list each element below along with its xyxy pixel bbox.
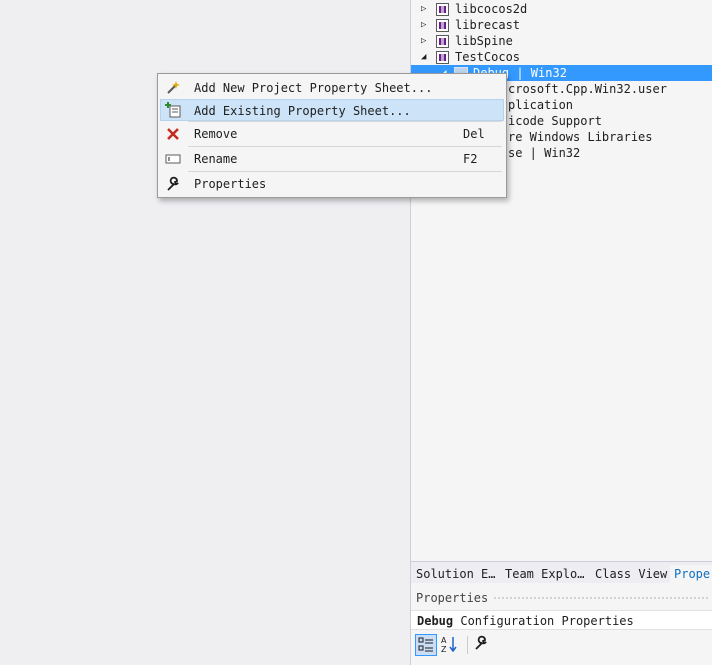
remove-x-icon [165, 126, 181, 142]
menu-separator [188, 121, 502, 122]
menu-separator [188, 171, 502, 172]
context-menu: Add New Project Property Sheet... Add Ex… [157, 73, 507, 198]
tree-item-label: librecast [455, 18, 521, 32]
tab-team-explorer[interactable]: Team Explo… [501, 565, 588, 583]
tree-item-label: libSpine [455, 34, 513, 48]
tree-item-testcocos[interactable]: ◢ TestCocos [411, 49, 712, 65]
tab-properties[interactable]: Proper [670, 565, 712, 583]
menu-item-label: Remove [194, 127, 238, 141]
project-icon [436, 51, 449, 64]
rename-icon [165, 151, 181, 167]
project-icon [436, 35, 449, 48]
tab-solution-explorer[interactable]: Solution E… [412, 565, 499, 583]
tree-item-label: TestCocos [455, 50, 521, 64]
tree-item-libspine[interactable]: ▷ libSpine [411, 33, 712, 49]
expand-arrow-icon[interactable]: ▷ [421, 1, 431, 17]
alphabetical-icon[interactable]: A Z [439, 634, 461, 656]
tool-window-tabstrip: Solution E… Team Explo… Class View Prope… [411, 561, 712, 583]
object-type: Configuration Properties [460, 614, 634, 628]
project-icon [436, 3, 449, 16]
tree-item-libcocos2d[interactable]: ▷ libcocos2d [411, 1, 712, 17]
svg-text:Z: Z [441, 645, 447, 654]
tab-class-view[interactable]: Class View [591, 565, 671, 583]
title-grip[interactable] [493, 596, 709, 601]
collapse-arrow-icon[interactable]: ◢ [421, 49, 431, 65]
tree-item-label: crosoft.Cpp.Win32.user [508, 82, 667, 96]
menu-item-add-new-property-sheet[interactable]: Add New Project Property Sheet... [160, 77, 504, 99]
tree-item-label: re Windows Libraries [508, 130, 653, 144]
menu-item-rename[interactable]: Rename F2 [160, 148, 504, 170]
tree-item-label: icode Support [508, 114, 602, 128]
menu-item-properties[interactable]: Properties [160, 173, 504, 195]
menu-item-remove[interactable]: Remove Del [160, 123, 504, 145]
menu-item-label: Add New Project Property Sheet... [194, 81, 433, 95]
categorized-icon[interactable] [415, 634, 437, 656]
menu-item-shortcut: F2 [463, 152, 478, 166]
svg-text:A: A [441, 636, 447, 645]
menu-item-shortcut: Del [463, 127, 485, 141]
menu-item-label: Add Existing Property Sheet... [194, 104, 411, 118]
menu-item-label: Properties [194, 177, 267, 191]
menu-item-label: Rename [194, 152, 238, 166]
expand-arrow-icon[interactable]: ▷ [421, 17, 431, 33]
expand-arrow-icon[interactable]: ▷ [421, 33, 431, 49]
project-icon [436, 19, 449, 32]
wand-icon [165, 80, 181, 96]
property-pages-icon[interactable] [471, 634, 493, 656]
menu-item-add-existing-property-sheet[interactable]: Add Existing Property Sheet... [160, 99, 504, 121]
properties-toolbar: A Z [411, 632, 712, 658]
properties-object-selector[interactable]: Debug Configuration Properties [411, 610, 712, 630]
add-existing-icon [165, 102, 181, 118]
wrench-icon [165, 176, 181, 192]
tree-item-label: se | Win32 [508, 146, 581, 160]
tree-item-label: libcocos2d [455, 2, 528, 16]
tree-item-librecast[interactable]: ▷ librecast [411, 17, 712, 33]
toolbar-separator [467, 636, 468, 654]
tree-item-label: plication [508, 98, 574, 112]
menu-separator [188, 146, 502, 147]
object-name: Debug [417, 614, 454, 628]
